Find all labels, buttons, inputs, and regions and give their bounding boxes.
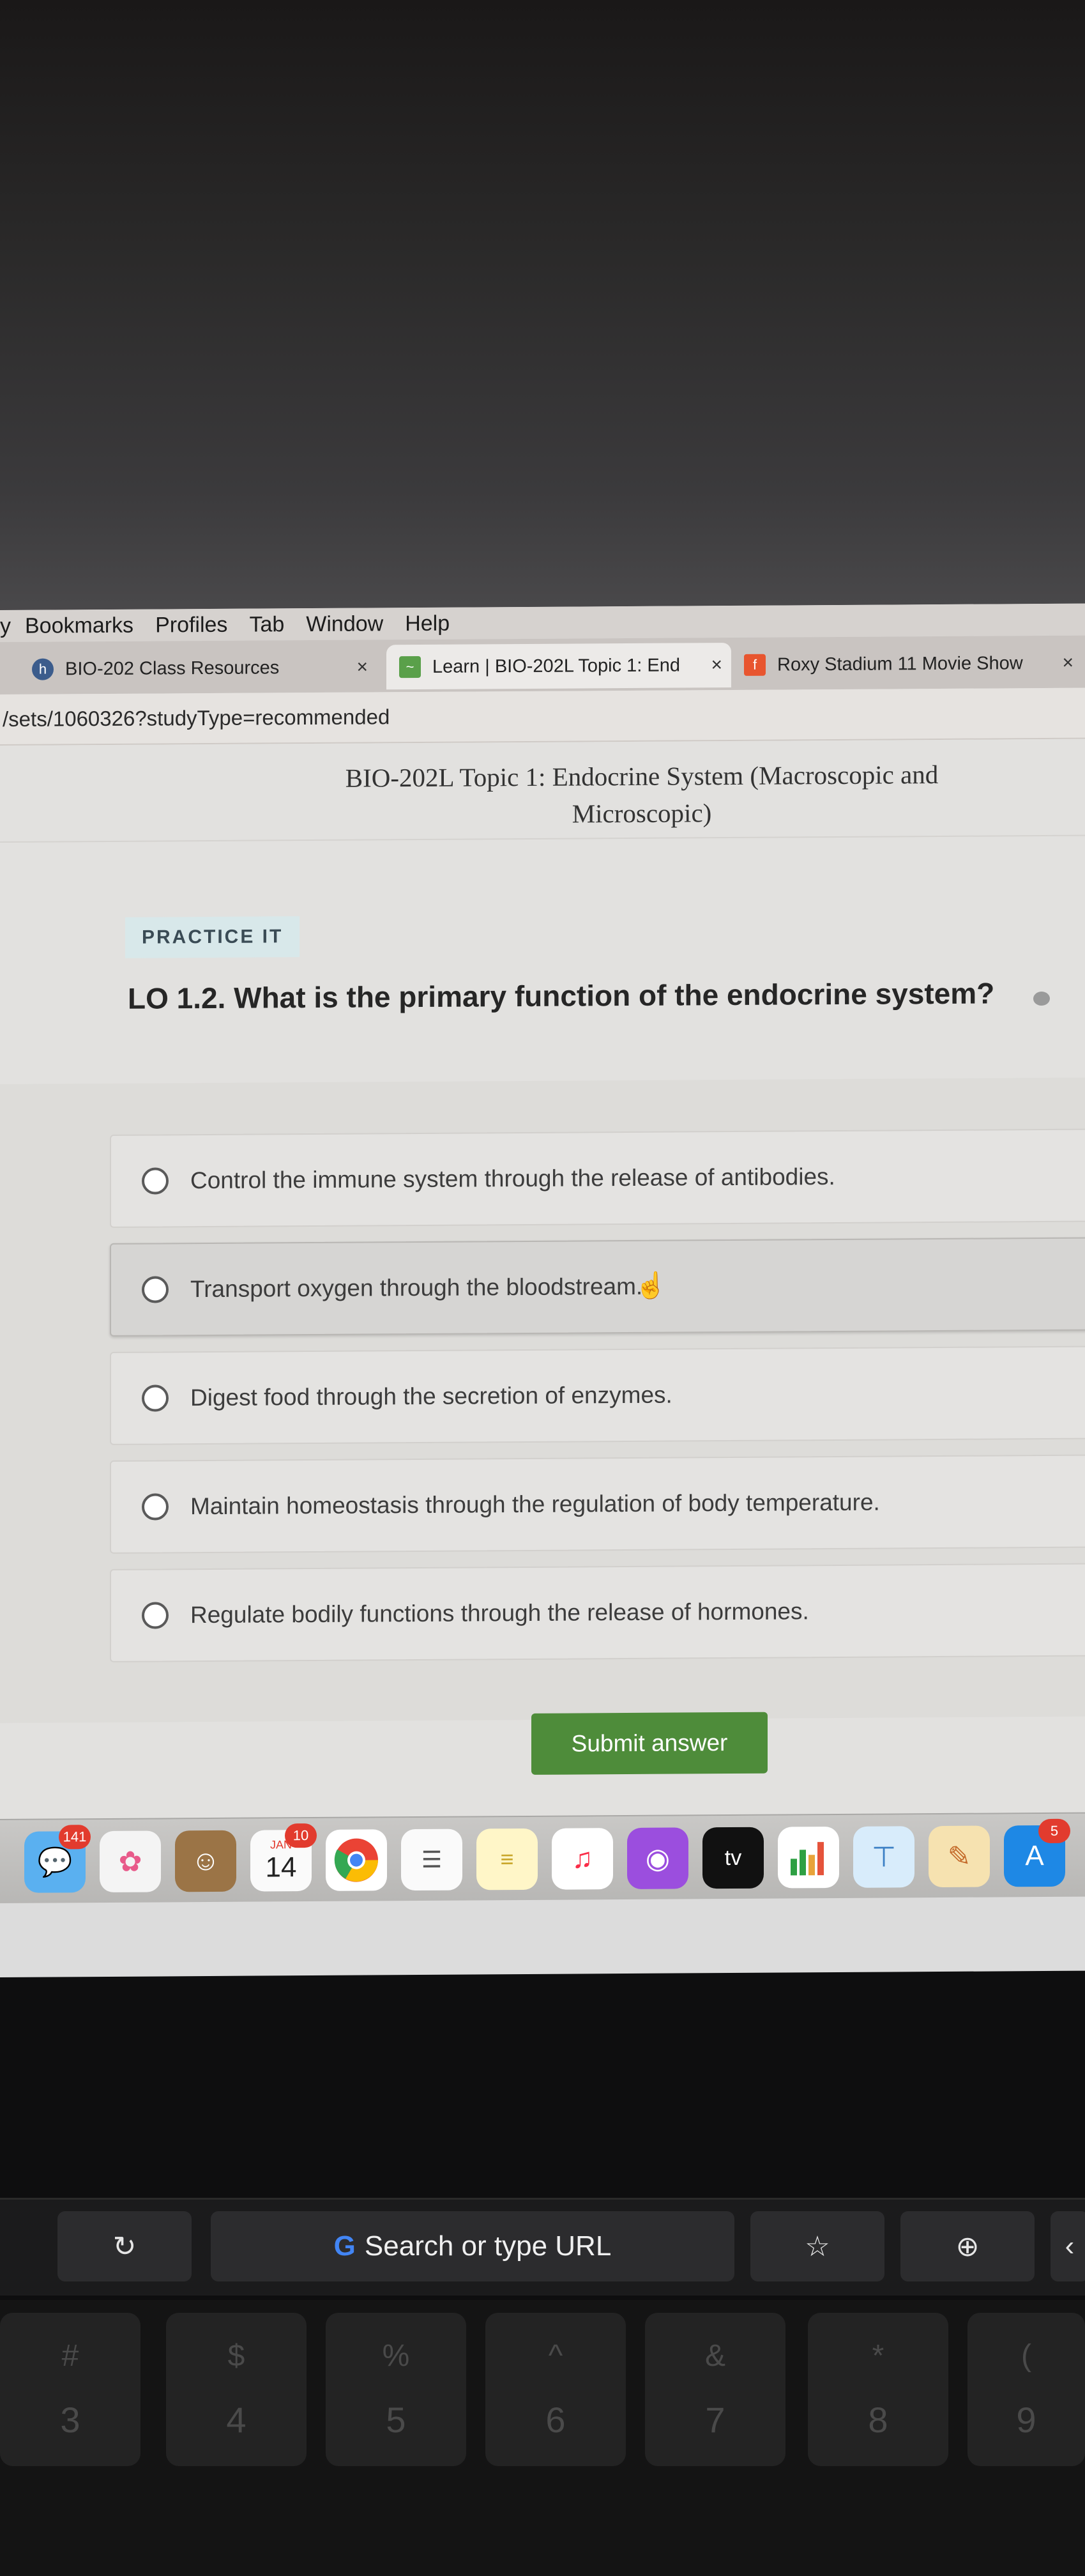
star-icon[interactable]: ☆: [750, 2211, 884, 2281]
key-number: 6: [545, 2400, 566, 2440]
notes-icon[interactable]: ≡: [476, 1828, 538, 1890]
radio-icon[interactable]: [142, 1493, 169, 1521]
key-5[interactable]: % 5: [326, 2313, 466, 2466]
apple-tv-icon[interactable]: tv: [702, 1827, 764, 1889]
podcasts-icon[interactable]: ◉: [627, 1827, 688, 1890]
submit-answer-button[interactable]: Submit answer: [531, 1712, 768, 1775]
radio-icon[interactable]: [142, 1276, 169, 1303]
keyboard: #3 $4 % 5 ^ 6 & 7 * 8 (9: [0, 2300, 1085, 2576]
question-text: LO 1.2. What is the primary function of …: [128, 976, 995, 1015]
key-symbol: *: [872, 2339, 884, 2373]
radio-icon[interactable]: [142, 1384, 169, 1412]
calendar-icon[interactable]: JAN 14 10: [250, 1823, 317, 1892]
key-symbol: &: [704, 2339, 725, 2373]
app-store-icon[interactable]: A 5: [1004, 1818, 1070, 1887]
tab-label: Learn | BIO-202L Topic 1: End: [432, 654, 681, 677]
answer-option[interactable]: Transport oxygen through the bloodstream…: [110, 1237, 1085, 1337]
touchbar-search[interactable]: G Search or type URL: [211, 2211, 734, 2281]
close-icon[interactable]: ×: [356, 656, 368, 678]
key-3[interactable]: #3: [0, 2313, 140, 2466]
key-8[interactable]: * 8: [808, 2313, 948, 2466]
bars-glyph: [791, 1842, 824, 1876]
radio-icon[interactable]: [142, 1602, 169, 1629]
close-icon[interactable]: ×: [711, 654, 722, 676]
site-favicon-icon: f: [744, 654, 766, 676]
photos-icon[interactable]: ✿: [100, 1830, 161, 1893]
practice-badge: PRACTICE IT: [125, 916, 300, 958]
answer-option[interactable]: Regulate bodily functions through the re…: [110, 1563, 1085, 1662]
music-icon[interactable]: ♫: [552, 1828, 613, 1890]
option-label: Control the immune system through the re…: [190, 1163, 835, 1194]
contacts-icon[interactable]: ☺: [175, 1830, 236, 1892]
key-9[interactable]: (9: [967, 2313, 1085, 2466]
keynote-icon[interactable]: ⊤: [853, 1826, 914, 1888]
key-6[interactable]: ^ 6: [485, 2313, 626, 2466]
site-favicon-icon: ~: [399, 656, 421, 678]
key-4[interactable]: $4: [166, 2313, 307, 2466]
tv-label: tv: [724, 1845, 742, 1870]
key-symbol: (: [1021, 2339, 1031, 2373]
search-placeholder: Search or type URL: [364, 2230, 612, 2262]
menu-item-window[interactable]: Window: [306, 611, 383, 637]
pointer-cursor-icon: ☝: [635, 1271, 667, 1300]
key-number: 9: [1016, 2400, 1036, 2440]
tab-strip: h BIO-202 Class Resources × ~ Learn | BI…: [0, 635, 1085, 694]
option-label: Regulate bodily functions through the re…: [190, 1598, 809, 1629]
status-dot-icon: [1033, 991, 1050, 1006]
url-text[interactable]: /sets/1060326?studyType=recommended: [0, 705, 390, 732]
key-number: 3: [60, 2400, 80, 2440]
tab-learn-active[interactable]: ~ Learn | BIO-202L Topic 1: End ×: [386, 643, 731, 690]
numbers-icon[interactable]: [778, 1826, 839, 1889]
menu-item-bookmarks[interactable]: Bookmarks: [25, 613, 133, 638]
key-symbol: ^: [548, 2339, 563, 2373]
chevron-left-icon[interactable]: ‹: [1051, 2211, 1085, 2281]
laptop-bezel: [0, 0, 1085, 613]
answer-option[interactable]: Control the immune system through the re…: [110, 1128, 1085, 1228]
calendar-day: 14: [265, 1851, 297, 1883]
key-7[interactable]: & 7: [645, 2313, 785, 2466]
reload-icon[interactable]: ↻: [57, 2211, 192, 2281]
study-page: BIO-202L Topic 1: Endocrine System (Macr…: [0, 739, 1085, 1819]
key-symbol: #: [61, 2339, 79, 2373]
radio-icon[interactable]: [142, 1167, 169, 1195]
option-label: Digest food through the secretion of enz…: [190, 1381, 672, 1411]
key-number: 8: [868, 2400, 888, 2440]
divider: [0, 834, 1085, 843]
answer-option[interactable]: Digest food through the secretion of enz…: [110, 1346, 1085, 1445]
menu-item-partial[interactable]: y: [0, 613, 11, 638]
site-favicon-icon: h: [32, 658, 54, 680]
menu-item-help[interactable]: Help: [405, 611, 450, 636]
new-tab-icon[interactable]: ⊕: [900, 2211, 1035, 2281]
messages-icon[interactable]: 💬 141: [24, 1825, 91, 1893]
page-title: BIO-202L Topic 1: Endocrine System (Macr…: [345, 760, 939, 829]
option-label: Transport oxygen through the bloodstream…: [190, 1273, 643, 1303]
tab-bio202-resources[interactable]: h BIO-202 Class Resources ×: [32, 645, 377, 691]
option-label: Maintain homeostasis through the regulat…: [190, 1489, 880, 1520]
notification-badge: 5: [1038, 1818, 1070, 1844]
notification-badge: 141: [59, 1825, 91, 1850]
menu-item-tab[interactable]: Tab: [249, 612, 284, 637]
key-number: 7: [705, 2400, 725, 2440]
key-number: 4: [226, 2400, 247, 2440]
close-icon[interactable]: ×: [1062, 652, 1074, 674]
tab-label: Roxy Stadium 11 Movie Show: [777, 652, 1023, 675]
pages-icon[interactable]: ✎: [929, 1825, 990, 1888]
touch-bar: ↻ G Search or type URL ☆ ⊕ ‹: [0, 2198, 1085, 2296]
tab-label: BIO-202 Class Resources: [65, 657, 280, 679]
chrome-icon[interactable]: [326, 1829, 387, 1891]
menu-item-profiles[interactable]: Profiles: [155, 612, 227, 638]
answer-option[interactable]: Maintain homeostasis through the regulat…: [110, 1454, 1085, 1554]
dock: 💬 141 ✿ ☺ JAN 14 10 ☰ ≡ ♫ ◉ tv ⊤ ✎ A 5: [0, 1812, 1085, 1903]
reminders-icon[interactable]: ☰: [401, 1828, 462, 1891]
key-symbol: $: [227, 2339, 245, 2373]
address-bar[interactable]: /sets/1060326?studyType=recommended: [0, 687, 1085, 746]
tab-roxy-stadium[interactable]: f Roxy Stadium 11 Movie Show ×: [744, 641, 1082, 687]
google-icon: G: [333, 2230, 356, 2262]
chrome-logo: [334, 1838, 378, 1882]
notification-badge: 10: [285, 1823, 317, 1848]
browser-screen: y Bookmarks Profiles Tab Window Help h B…: [0, 603, 1085, 1977]
key-symbol: %: [382, 2339, 410, 2373]
key-number: 5: [386, 2400, 406, 2440]
